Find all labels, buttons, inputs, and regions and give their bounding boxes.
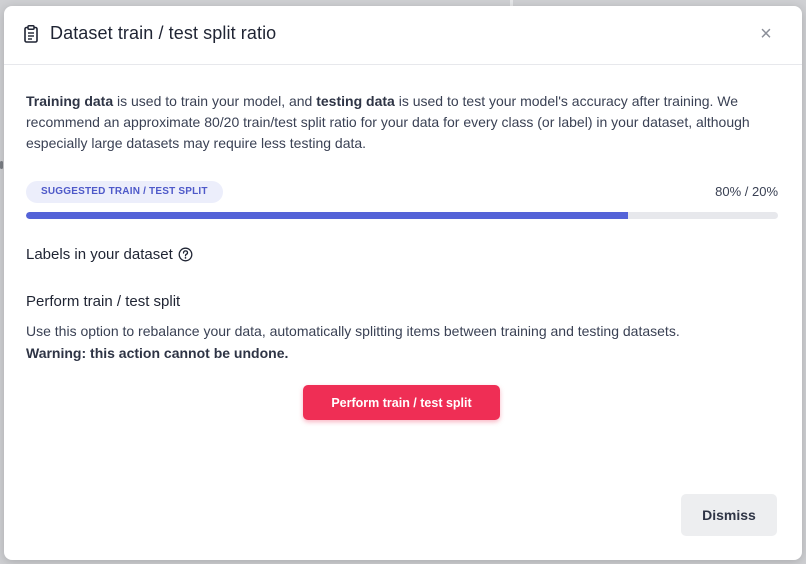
dialog-title: Dataset train / test split ratio: [50, 23, 277, 43]
split-progress-bar: [26, 212, 778, 219]
help-icon[interactable]: [178, 247, 193, 262]
backdrop-mark: [0, 161, 3, 169]
training-data-term: Training data: [26, 93, 114, 109]
split-row: SUGGESTED TRAIN / TEST SPLIT 80% / 20%: [26, 181, 778, 203]
intro-paragraph: Training data is used to train your mode…: [26, 91, 786, 154]
perform-split-button[interactable]: Perform train / test split: [303, 385, 500, 420]
labels-heading: Labels in your dataset: [26, 246, 193, 263]
dialog-header: Dataset train / test split ratio ×: [4, 6, 802, 65]
split-ratio-value: 80% / 20%: [715, 184, 778, 199]
labels-heading-text: Labels in your dataset: [26, 246, 173, 263]
suggested-split-badge: SUGGESTED TRAIN / TEST SPLIT: [26, 181, 223, 203]
split-ratio-dialog: Dataset train / test split ratio × Train…: [4, 6, 802, 560]
testing-data-term: testing data: [316, 93, 395, 109]
split-progress-fill: [26, 212, 628, 219]
close-button[interactable]: ×: [756, 22, 776, 45]
dismiss-button[interactable]: Dismiss: [681, 494, 777, 536]
perform-split-description: Use this option to rebalance your data, …: [26, 323, 680, 339]
intro-text-1: is used to train your model, and: [113, 93, 317, 109]
close-icon: ×: [760, 22, 772, 45]
perform-split-heading: Perform train / test split: [26, 293, 181, 310]
clipboard-icon: [24, 25, 38, 43]
perform-split-warning: Warning: this action cannot be undone.: [26, 345, 289, 361]
